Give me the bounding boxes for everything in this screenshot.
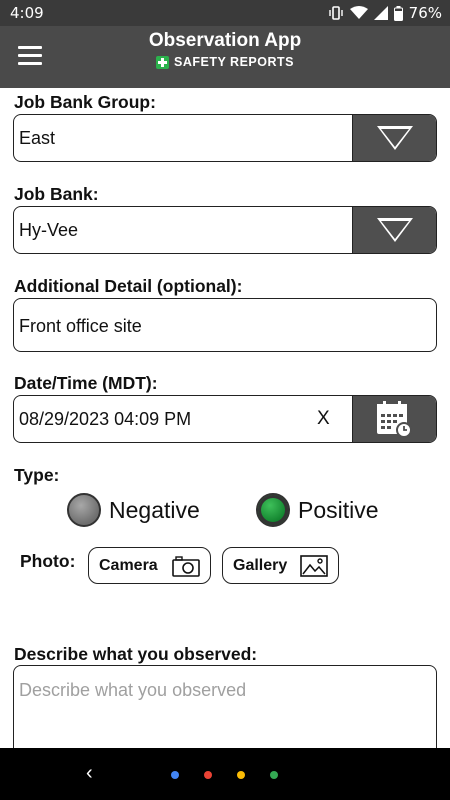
calendar-button[interactable] <box>352 396 436 442</box>
app-title: Observation App <box>148 30 302 51</box>
job-bank-group-dropdown-button[interactable] <box>352 115 436 161</box>
additional-detail-label: Additional Detail (optional): <box>14 276 243 296</box>
status-bar: 4:09 76% <box>0 0 450 26</box>
battery-percent: 76% <box>408 4 442 22</box>
additional-detail-value: Front office site <box>19 316 142 336</box>
gallery-icon <box>300 555 328 577</box>
type-positive-radio[interactable]: Positive <box>256 493 379 527</box>
radio-selected-icon <box>256 493 290 527</box>
status-icons: 76% <box>328 4 442 22</box>
status-time: 4:09 <box>10 4 44 22</box>
safety-cross-icon <box>156 55 169 69</box>
job-bank-group-value: East <box>19 128 56 148</box>
back-icon[interactable]: ‹ <box>86 762 93 785</box>
assistant-dot-yellow <box>237 771 245 779</box>
wifi-icon <box>349 6 368 19</box>
camera-icon <box>172 556 200 577</box>
assistant-dot-blue <box>171 771 179 779</box>
camera-button-label: Camera <box>99 556 158 574</box>
system-nav-bar: ‹ <box>0 748 450 800</box>
assistant-dot-red <box>204 771 212 779</box>
signal-icon <box>373 6 388 20</box>
brand-text: SAFETY REPORTS <box>174 55 294 69</box>
job-bank-group-label: Job Bank Group: <box>14 92 156 112</box>
gallery-button-label: Gallery <box>233 556 288 574</box>
calendar-icon <box>377 401 412 438</box>
datetime-label: Date/Time (MDT): <box>14 373 158 393</box>
camera-button[interactable]: Camera <box>88 547 211 584</box>
brand-logo: SAFETY REPORTS <box>0 55 450 69</box>
type-label: Type: <box>14 465 60 485</box>
job-bank-label: Job Bank: <box>14 184 99 204</box>
dropdown-arrow-icon <box>377 126 413 150</box>
photo-label: Photo: <box>20 551 76 571</box>
radio-unselected-icon <box>67 493 101 527</box>
job-bank-value: Hy-Vee <box>19 220 79 240</box>
battery-icon <box>393 5 403 21</box>
gallery-button[interactable]: Gallery <box>222 547 339 584</box>
negative-label: Negative <box>109 496 200 523</box>
job-bank-dropdown-button[interactable] <box>352 207 436 253</box>
positive-label: Positive <box>298 496 379 523</box>
dropdown-arrow-icon <box>377 218 413 242</box>
datetime-value: 08/29/2023 04:09 PM <box>19 409 192 429</box>
additional-detail-input[interactable]: Front office site <box>13 298 437 352</box>
job-bank-group-select[interactable]: East <box>13 114 437 162</box>
type-negative-radio[interactable]: Negative <box>67 493 200 527</box>
vibrate-icon <box>328 6 343 20</box>
job-bank-select[interactable]: Hy-Vee <box>13 206 437 254</box>
clear-datetime-button[interactable]: X <box>317 408 330 430</box>
app-bar: Observation App SAFETY REPORTS <box>0 26 450 88</box>
assistant-dot-green <box>270 771 278 779</box>
describe-label: Describe what you observed: <box>14 644 258 664</box>
datetime-input[interactable]: 08/29/2023 04:09 PM X <box>13 395 437 443</box>
